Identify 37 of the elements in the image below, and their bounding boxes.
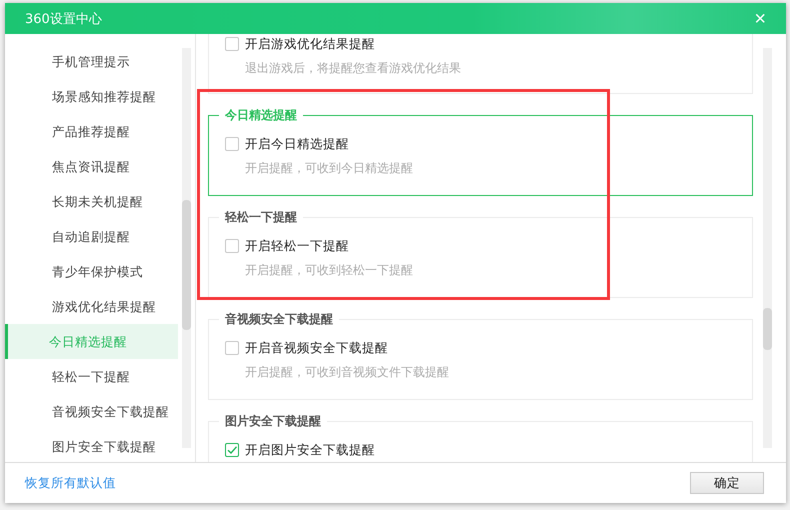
group-title: 音视频安全下载提醒 [219, 311, 339, 327]
checkbox-option[interactable]: 开启游戏优化结果提醒 [225, 34, 736, 54]
sidebar-item[interactable]: 音视频安全下载提醒 [5, 394, 178, 429]
checkbox-option[interactable]: 开启音视频安全下载提醒 [225, 338, 736, 358]
sidebar-item[interactable]: 图片安全下载提醒 [5, 429, 178, 462]
ok-button[interactable]: 确定 [690, 472, 764, 494]
sidebar-item[interactable]: 焦点资讯提醒 [5, 149, 178, 184]
checkbox[interactable] [225, 443, 239, 457]
option-description: 开启提醒，可收到轻松一下提醒 [245, 262, 414, 279]
scrollbar-thumb[interactable] [763, 308, 772, 350]
checkbox[interactable] [225, 239, 239, 253]
option-description: 退出游戏后，将提醒您查看游戏优化结果 [245, 60, 462, 77]
scrollbar-track[interactable] [182, 48, 191, 448]
sidebar-item[interactable]: 轻松一下提醒 [5, 359, 178, 394]
option-description: 开启提醒，可收到今日精选提醒 [245, 160, 414, 177]
group-title: 图片安全下载提醒 [219, 413, 327, 429]
sidebar-item[interactable]: 产品推荐提醒 [5, 114, 178, 149]
window-title: 360设置中心 [25, 10, 102, 28]
scrollbar-thumb[interactable] [182, 200, 191, 330]
checkbox[interactable] [225, 37, 239, 51]
check-icon [226, 444, 238, 456]
sidebar-item[interactable]: 游戏优化结果提醒 [5, 289, 178, 324]
sidebar-item[interactable]: 自动追剧提醒 [5, 219, 178, 254]
group-title: 今日精选提醒 [219, 107, 303, 123]
restore-defaults-link[interactable]: 恢复所有默认值 [25, 474, 116, 492]
sidebar-item[interactable]: 长期未关机提醒 [5, 184, 178, 219]
sidebar-item[interactable]: 场景感知推荐提醒 [5, 79, 178, 114]
sidebar-item[interactable]: 手机管理提示 [5, 44, 178, 79]
group-title: 轻松一下提醒 [219, 209, 303, 225]
option-description: 开启提醒，可收到音视频文件下载提醒 [245, 364, 450, 381]
scrollbar-track[interactable] [763, 48, 772, 448]
checkbox-option[interactable]: 开启轻松一下提醒 [225, 236, 736, 256]
checkbox[interactable] [225, 341, 239, 355]
sidebar-item[interactable]: 青少年保护模式 [5, 254, 178, 289]
checkbox-option[interactable]: 开启图片安全下载提醒 [225, 440, 736, 460]
checkbox-option[interactable]: 开启今日精选提醒 [225, 134, 736, 154]
checkbox[interactable] [225, 137, 239, 151]
